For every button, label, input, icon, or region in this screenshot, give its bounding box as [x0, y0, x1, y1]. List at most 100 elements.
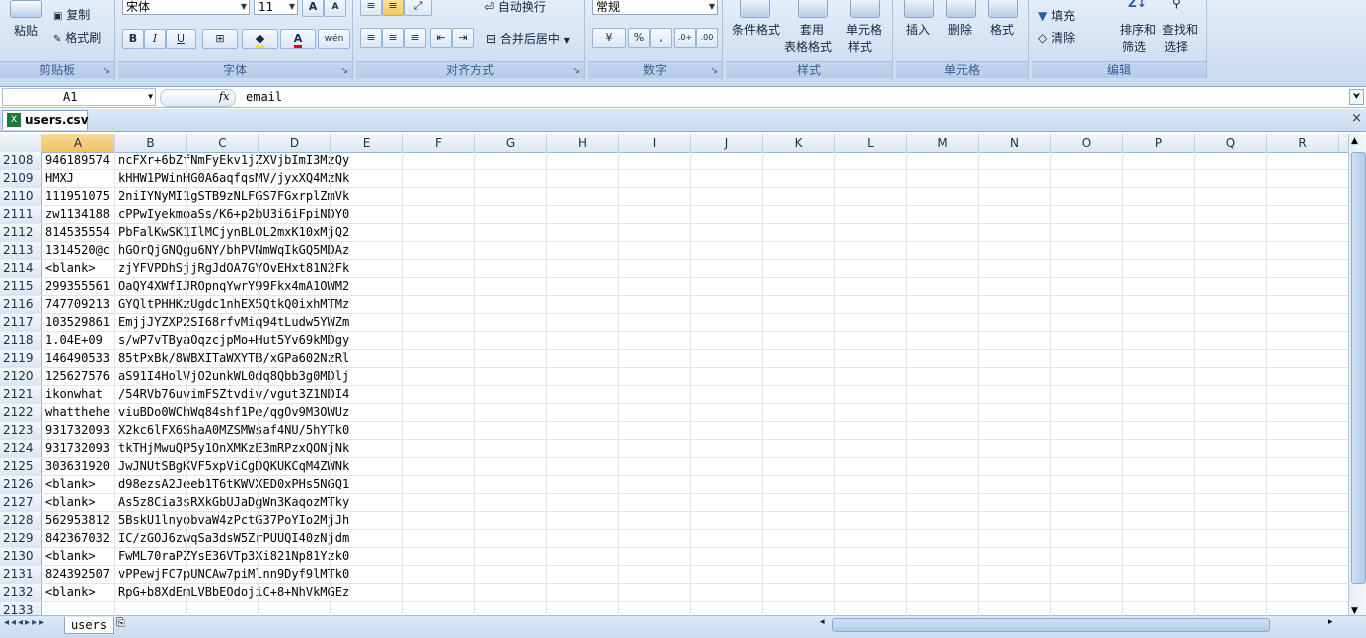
copy-button[interactable]: ▣ 复制 [53, 6, 90, 23]
cell-a[interactable]: 931732093 [42, 422, 115, 439]
cell-a[interactable]: 146490533 [42, 350, 115, 367]
decrease-decimal-button[interactable]: .00 [696, 28, 718, 48]
row-header[interactable]: 2111 [0, 206, 42, 223]
column-header-b[interactable]: B [115, 134, 187, 152]
row-header[interactable]: 2126 [0, 476, 42, 493]
row-header[interactable]: 2131 [0, 566, 42, 583]
paste-button[interactable]: 粘贴 [14, 22, 38, 39]
column-header-q[interactable]: Q [1195, 134, 1267, 152]
row-header[interactable]: 2132 [0, 584, 42, 601]
cell-a[interactable]: 125627576 [42, 368, 115, 385]
conditional-format-button[interactable]: 条件格式 [732, 21, 780, 38]
cell-a[interactable]: 562953812 [42, 512, 115, 529]
cell-a[interactable]: 111951075 [42, 188, 115, 205]
dialog-launcher-icon[interactable]: ↘ [572, 66, 580, 76]
italic-button[interactable]: I [144, 29, 166, 49]
table-format-button-line1[interactable]: 套用 [800, 21, 824, 38]
cell-a[interactable]: <blank> [42, 548, 115, 565]
sort-filter-button-line2[interactable]: 筛选 [1122, 38, 1146, 55]
cell-a[interactable]: 946189574 [42, 152, 115, 169]
cell-b[interactable]: JwJNUtSBgKVF5xpViCgDQKUKCqM4ZWNk [115, 458, 375, 475]
formula-input[interactable]: email [246, 89, 282, 105]
align-left-button[interactable]: ≡ [360, 28, 382, 48]
dialog-launcher-icon[interactable]: ↘ [102, 66, 110, 76]
sheet-nav-icon[interactable]: ◂◂◂▸▸▸ [4, 617, 46, 628]
comma-button[interactable]: , [650, 28, 672, 48]
cell-a[interactable]: 747709213 [42, 296, 115, 313]
column-header-l[interactable]: L [835, 134, 907, 152]
cell-b[interactable]: X2kc6lFX6ShaA0MZSMWsaf4NU/5hYTk0 [115, 422, 375, 439]
select-all-button[interactable] [0, 134, 42, 152]
font-color-button[interactable]: A [280, 29, 316, 49]
cell-b[interactable]: d98ezsA2Jeeb1T6tKWVXED0xPHs5NGQ1 [115, 476, 375, 493]
expand-formula-bar-button[interactable]: ⮟ [1349, 89, 1364, 105]
fill-button[interactable]: ▼ 填充 [1038, 7, 1075, 24]
cell-a[interactable]: 931732093 [42, 440, 115, 457]
merge-center-button[interactable]: ⊟ 合并后居中 ▼ [486, 30, 570, 47]
cell-a[interactable]: <blank> [42, 260, 115, 277]
cell-a[interactable]: 299355561 [42, 278, 115, 295]
cell-a[interactable]: 824392507 [42, 566, 115, 583]
sheet-tab-users[interactable]: users [64, 617, 114, 634]
table-format-button-line2[interactable]: 表格格式 [784, 38, 832, 55]
cell-b[interactable]: RpG+b8XdEmLVBbEOdojiC+8+NhVkMGEz [115, 584, 375, 601]
delete-button[interactable]: 删除 [948, 21, 972, 38]
cell-b[interactable]: IC/zGOJ6zwqSa3dsW5ZrPUUQI40zNjdm [115, 530, 375, 547]
row-header[interactable]: 2108 [0, 152, 42, 169]
shrink-font-button[interactable]: A [324, 0, 346, 17]
cell-b[interactable]: /54RVb76uvimFSZtvdiv/vgut3Z1NDI4 [115, 386, 375, 403]
row-header[interactable]: 2117 [0, 314, 42, 331]
scroll-up-icon[interactable]: ▲ [1351, 136, 1358, 146]
column-header-h[interactable]: H [547, 134, 619, 152]
cell-a[interactable]: <blank> [42, 476, 115, 493]
increase-indent-button[interactable]: ⇥ [452, 28, 474, 48]
cell-b[interactable]: PbFalKwSK1IlMCjynBLOL2mxK10xMjQ2 [115, 224, 375, 241]
font-name-select[interactable]: 宋体 ▼ [122, 0, 250, 15]
cell-a[interactable]: whatthehe [42, 404, 115, 421]
sheet-grid[interactable]: 2108 946189574 ncFXr+6bZfNmFyEkv1jZXVjbImI… [0, 152, 1348, 618]
cell-b[interactable]: EmjjJYZXP2SI68rfvMiq94tLudw5YWZm [115, 314, 375, 331]
cell-styles-button-line1[interactable]: 单元格 [846, 21, 882, 38]
percent-button[interactable]: % [628, 28, 650, 48]
row-header[interactable]: 2121 [0, 386, 42, 403]
cell-a[interactable]: 814535554 [42, 224, 115, 241]
cell-b[interactable]: kHHW1PWinHG0A6aqfqsMV/jyxXQ4MzNk [115, 170, 375, 187]
row-header[interactable]: 2128 [0, 512, 42, 529]
cell-a[interactable]: 303631920 [42, 458, 115, 475]
sort-filter-button-line1[interactable]: 排序和 [1120, 21, 1156, 38]
horizontal-scroll-thumb[interactable] [832, 618, 1270, 632]
cell-b[interactable]: zjYFVPDhSjjRgJdOA7GYOvEHxt81N2Fk [115, 260, 375, 277]
dialog-launcher-icon[interactable]: ↘ [340, 66, 348, 76]
number-format-select[interactable]: 常规 ▼ [592, 0, 718, 15]
cell-b[interactable]: hGOrQjGNQgu6NY/bhPVNmWqIkGQ5MDAz [115, 242, 375, 259]
insert-function-button[interactable]: fx [219, 90, 229, 103]
cell-a[interactable]: 1.04E+09 [42, 332, 115, 349]
column-header-c[interactable]: C [187, 134, 259, 152]
row-header[interactable]: 2129 [0, 530, 42, 547]
cell-styles-button-line2[interactable]: 样式 [848, 38, 872, 55]
row-header[interactable]: 2112 [0, 224, 42, 241]
cell-b[interactable]: ncFXr+6bZfNmFyEkv1jZXVjbImI3MzQy [115, 152, 375, 169]
column-header-m[interactable]: M [907, 134, 979, 152]
row-header[interactable]: 2116 [0, 296, 42, 313]
cell-b[interactable]: As5z8Cia3sRXkGbUJaDgWn3KaqozMTky [115, 494, 375, 511]
align-right-button[interactable]: ≡ [404, 28, 426, 48]
find-select-button-line1[interactable]: 查找和 [1162, 21, 1198, 38]
column-header-g[interactable]: G [475, 134, 547, 152]
font-size-select[interactable]: 11 ▼ [254, 0, 298, 15]
cell-b[interactable]: viuBDo0WChWq84shf1Pe/qgOv9M3OWUz [115, 404, 375, 421]
cell-a[interactable]: 103529861 [42, 314, 115, 331]
row-header[interactable]: 2120 [0, 368, 42, 385]
row-header[interactable]: 2125 [0, 458, 42, 475]
cell-b[interactable]: 2niIYNyMI1gSTB9zNLFGS7FGxrplZmVk [115, 188, 375, 205]
increase-decimal-button[interactable]: .0+ [674, 28, 696, 48]
column-header-d[interactable]: D [259, 134, 331, 152]
cell-b[interactable]: GYQltPHHKzUgdc1nhEX5QtkQ0ixhMTMz [115, 296, 375, 313]
cell-a[interactable]: <blank> [42, 584, 115, 601]
scroll-right-icon[interactable]: ▸ [1328, 617, 1333, 627]
cell-b[interactable]: aS91I4HolVjO2unkWL0dq8Qbb3g0MDlj [115, 368, 375, 385]
row-header[interactable]: 2109 [0, 170, 42, 187]
name-box[interactable]: A1 ▼ [2, 88, 156, 106]
row-header[interactable]: 2110 [0, 188, 42, 205]
row-header[interactable]: 2119 [0, 350, 42, 367]
